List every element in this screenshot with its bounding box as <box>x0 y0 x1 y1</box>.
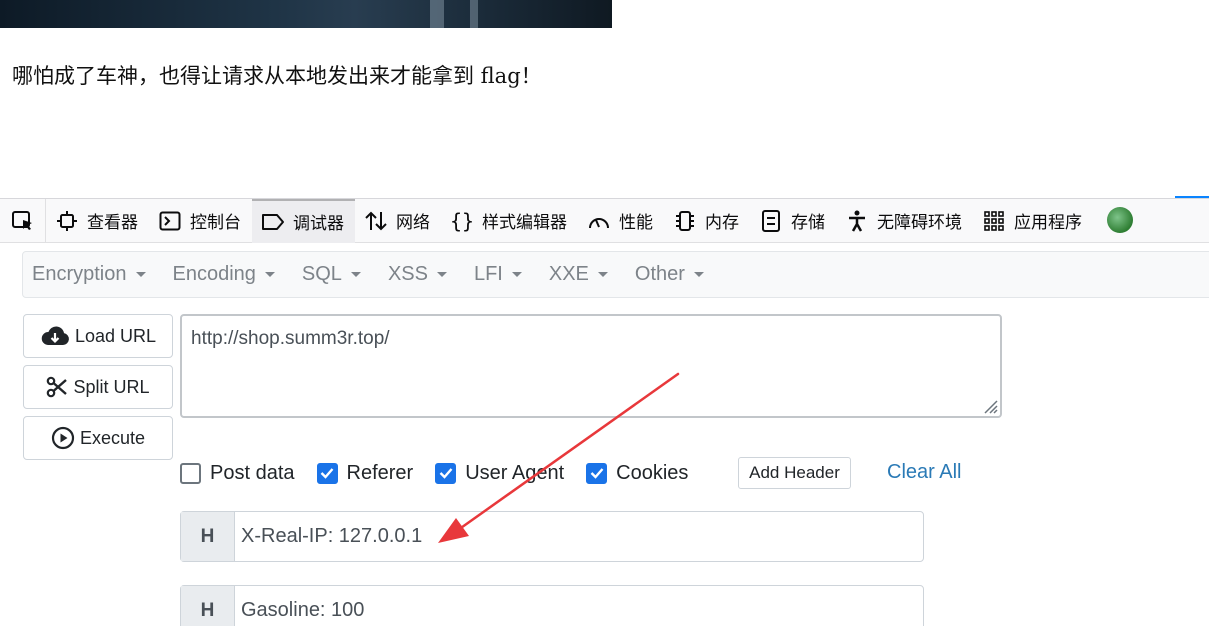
console-icon <box>158 209 182 233</box>
tab-label: 应用程序 <box>1014 213 1082 233</box>
menu-encoding[interactable]: Encoding <box>173 263 275 286</box>
option-label: User Agent <box>465 461 565 484</box>
storage-icon <box>759 209 783 233</box>
tab-memory[interactable]: 内存 <box>664 199 750 243</box>
load-url-label: Load URL <box>74 325 157 346</box>
cookies-option[interactable]: Cookies <box>586 462 688 485</box>
accessibility-icon <box>845 209 869 233</box>
debugger-icon <box>261 210 285 234</box>
tab-inspector[interactable]: 查看器 <box>46 199 149 243</box>
tab-accessibility[interactable]: 无障碍环境 <box>836 199 973 243</box>
hackbar-menu: Encryption Encoding SQL XSS LFI XXE Othe… <box>22 251 1209 298</box>
caret-down-icon <box>350 272 361 277</box>
load-url-button[interactable]: Load URL <box>23 314 173 358</box>
user-agent-option[interactable]: User Agent <box>435 462 564 485</box>
tab-network[interactable]: 网络 <box>355 199 441 243</box>
referer-checkbox[interactable] <box>316 462 338 484</box>
tab-console[interactable]: 控制台 <box>149 199 252 243</box>
caret-down-icon <box>693 272 704 277</box>
header-value[interactable]: Gasoline: 100 <box>235 586 364 626</box>
tab-debugger[interactable]: 调试器 <box>252 198 355 243</box>
tab-label: 控制台 <box>190 213 241 233</box>
tab-label: 网络 <box>396 213 430 233</box>
menu-label: LFI <box>473 263 503 285</box>
caret-down-icon <box>264 272 275 277</box>
header-image <box>0 0 612 28</box>
caret-down-icon <box>511 272 522 277</box>
tab-application[interactable]: 应用程序 <box>973 199 1093 243</box>
menu-label: Encoding <box>172 263 256 285</box>
url-value: http://shop.summ3r.top/ <box>191 328 390 349</box>
split-url-button[interactable]: Split URL <box>23 365 173 409</box>
menu-encryption[interactable]: Encryption <box>32 263 146 286</box>
menu-label: Other <box>634 263 685 285</box>
tab-label: 无障碍环境 <box>877 213 962 233</box>
checkmark-icon <box>590 468 604 479</box>
options-row: Post data Referer User Agent Cookies <box>180 456 710 490</box>
split-url-label: Split URL <box>73 376 150 397</box>
element-picker-button[interactable] <box>0 198 46 243</box>
inspector-icon <box>55 209 79 233</box>
caret-down-icon <box>436 272 447 277</box>
header-tag: H <box>181 586 235 626</box>
tab-label: 内存 <box>705 213 739 233</box>
menu-lfi[interactable]: LFI <box>474 263 522 286</box>
tab-storage[interactable]: 存储 <box>750 199 836 243</box>
menu-label: SQL <box>301 263 342 285</box>
memory-icon <box>673 209 697 233</box>
image-streak <box>470 0 478 28</box>
cloud-download-icon <box>40 325 70 347</box>
menu-xxe[interactable]: XXE <box>549 263 608 286</box>
tab-label: 查看器 <box>87 213 138 233</box>
style-editor-icon: {} <box>449 208 475 233</box>
tab-label: 调试器 <box>293 214 344 234</box>
resize-grip-icon[interactable] <box>978 394 998 414</box>
header-tag: H <box>181 512 235 561</box>
play-circle-icon <box>51 426 75 450</box>
application-icon <box>982 209 1006 233</box>
element-picker-icon <box>11 210 32 230</box>
header-row[interactable]: H Gasoline: 100 <box>180 585 924 626</box>
execute-label: Execute <box>79 427 146 448</box>
tab-label: 性能 <box>619 213 653 233</box>
image-streak <box>430 0 444 28</box>
add-header-button[interactable]: Add Header <box>738 457 851 489</box>
user-agent-checkbox[interactable] <box>435 462 457 484</box>
checkmark-icon <box>320 468 334 479</box>
post-data-checkbox[interactable] <box>180 462 201 484</box>
caret-down-icon <box>135 272 146 277</box>
caret-down-icon <box>597 272 608 277</box>
execute-button[interactable]: Execute <box>23 416 173 460</box>
tab-label: 存储 <box>791 213 825 233</box>
url-textarea[interactable]: http://shop.summ3r.top/ <box>180 314 1002 418</box>
clear-all-link[interactable]: Clear All <box>887 461 961 484</box>
page-message: 哪怕成了车神，也得让请求从本地发出来才能拿到 flag！ <box>12 64 542 88</box>
tab-label: 样式编辑器 <box>482 213 567 233</box>
menu-label: XXE <box>548 263 589 285</box>
referer-option[interactable]: Referer <box>316 461 414 485</box>
tab-performance[interactable]: 性能 <box>578 199 664 243</box>
option-label: Post data <box>210 461 295 484</box>
cookies-checkbox[interactable] <box>586 462 608 484</box>
network-icon <box>364 209 388 233</box>
menu-xss[interactable]: XSS <box>388 263 447 286</box>
tab-hackbar[interactable] <box>1093 199 1133 243</box>
menu-label: Encryption <box>32 263 127 285</box>
tab-style-editor[interactable]: {} 样式编辑器 <box>441 199 578 243</box>
menu-sql[interactable]: SQL <box>302 263 361 286</box>
performance-icon <box>587 209 611 233</box>
header-value[interactable]: X-Real-IP: 127.0.0.1 <box>235 512 422 561</box>
hackbar-icon <box>1107 206 1133 233</box>
devtools-toolbar: 查看器 控制台 调试器 网络 {} 样式编辑器 性能 内存 存储 无障碍环境 应… <box>0 198 1209 243</box>
header-row[interactable]: H X-Real-IP: 127.0.0.1 <box>180 511 924 562</box>
post-data-option[interactable]: Post data <box>180 462 295 485</box>
menu-other[interactable]: Other <box>635 263 704 286</box>
option-label: Referer <box>346 461 414 484</box>
option-label: Cookies <box>616 461 689 484</box>
menu-label: XSS <box>387 263 428 285</box>
scissors-icon <box>46 376 68 398</box>
checkmark-icon <box>439 468 453 479</box>
